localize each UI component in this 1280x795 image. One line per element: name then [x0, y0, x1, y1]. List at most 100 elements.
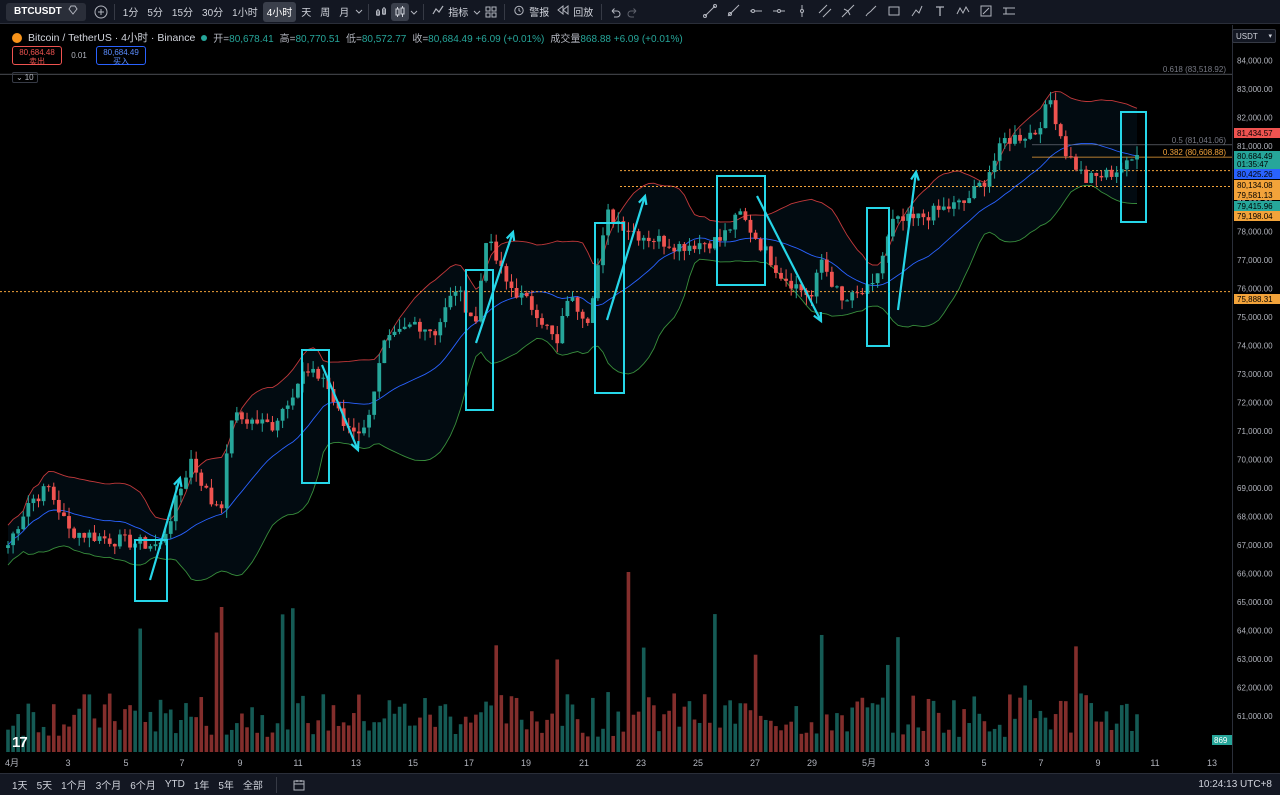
volume-bar	[474, 714, 478, 752]
sell-button[interactable]: 80,684.48 卖出	[12, 46, 62, 66]
parallel-channel-icon[interactable]	[815, 2, 835, 20]
sell-price: 80,684.48	[19, 48, 55, 57]
chevron-down-icon[interactable]	[354, 2, 364, 20]
range-1m[interactable]: 1个月	[61, 777, 87, 792]
candle	[560, 316, 565, 344]
buy-button[interactable]: 80,684.49 买入	[96, 46, 146, 66]
brush-icon[interactable]	[861, 2, 881, 20]
volume-bar	[601, 728, 605, 752]
volume-bar	[57, 735, 61, 752]
currency-select[interactable]: USDT ▾	[1232, 29, 1276, 43]
volume-bar	[926, 698, 931, 752]
indicators-icon	[432, 4, 444, 19]
y-axis-tick: 81,000.00	[1237, 142, 1273, 151]
indicators-button[interactable]: 指标	[428, 2, 472, 22]
horizontal-ray-icon[interactable]	[746, 2, 766, 20]
x-axis-tick: 5	[123, 758, 128, 768]
volume-bar	[1058, 700, 1063, 752]
calendar-range-icon[interactable]	[290, 776, 308, 794]
buy-label: 买入	[113, 57, 129, 66]
interval-7[interactable]: 周	[316, 2, 334, 22]
interval-1[interactable]: 5分	[143, 2, 167, 22]
range-1y[interactable]: 1年	[194, 777, 210, 792]
redo-icon[interactable]	[624, 3, 642, 21]
range-5y[interactable]: 5年	[218, 777, 234, 792]
candle	[692, 245, 697, 250]
chevron-down-icon[interactable]	[472, 3, 482, 21]
range-1d[interactable]: 1天	[12, 777, 28, 792]
interval-2[interactable]: 15分	[168, 2, 197, 22]
x-axis-tick: 4月	[5, 758, 19, 768]
candle	[774, 265, 778, 273]
interval-8[interactable]: 月	[335, 2, 353, 22]
chart-pane[interactable]: 0.618 (83,518.92) 0.5 (81,041.06) 0.382 (8…	[0, 25, 1280, 773]
volume-bar	[311, 734, 315, 752]
candle	[214, 504, 219, 506]
add-compare-icon[interactable]	[92, 3, 110, 21]
volume-bar	[652, 705, 656, 752]
text-icon[interactable]	[930, 2, 950, 20]
volume-bar	[835, 713, 839, 752]
volume-bar	[733, 723, 738, 752]
candle	[636, 231, 641, 241]
candle	[229, 420, 234, 454]
interval-6[interactable]: 天	[297, 2, 315, 22]
range-6m[interactable]: 6个月	[130, 777, 156, 792]
volume-bar	[784, 724, 788, 752]
volume-bar	[631, 714, 636, 752]
candle	[697, 243, 702, 250]
interval-3[interactable]: 30分	[198, 2, 227, 22]
candle	[367, 414, 371, 428]
y-axis-tick: 63,000.00	[1237, 655, 1273, 664]
ray-icon[interactable]	[723, 2, 743, 20]
pitchfork-icon[interactable]	[838, 2, 858, 20]
interval-5[interactable]: 4小时	[262, 1, 297, 22]
range-5d[interactable]: 5天	[37, 777, 53, 792]
candle	[997, 143, 1002, 161]
volume-bar	[235, 723, 239, 752]
forecast-icon[interactable]	[976, 2, 996, 20]
x-axis-tick: 25	[693, 758, 703, 768]
alert-button[interactable]: 警报	[509, 2, 553, 22]
symbol-search-button[interactable]: BTCUSDT	[6, 2, 86, 21]
y-axis-tick: 62,000.00	[1237, 684, 1273, 693]
candle	[1018, 134, 1022, 141]
volume-bar	[87, 694, 92, 752]
bottom-toolbar: 1天 5天 1个月 3个月 6个月 YTD 1年 5年 全部 10:24:13 …	[0, 773, 1280, 795]
volume-bar	[458, 724, 463, 752]
volume-bar	[92, 718, 97, 752]
candle	[626, 230, 631, 232]
trend-line-icon[interactable]	[700, 2, 720, 20]
bar-style-icon[interactable]	[373, 3, 391, 21]
horizontal-line-icon[interactable]	[769, 2, 789, 20]
range-ytd[interactable]: YTD	[165, 779, 185, 790]
price-axis[interactable]: 84,000.0083,000.0082,000.0081,000.0080,0…	[1232, 25, 1280, 773]
range-all[interactable]: 全部	[243, 777, 263, 792]
layout-grid-icon[interactable]	[482, 3, 500, 21]
range-3m[interactable]: 3个月	[96, 777, 122, 792]
chevron-down-icon[interactable]	[409, 3, 419, 21]
y-axis-tick: 74,000.00	[1237, 342, 1273, 351]
candle	[946, 206, 951, 209]
replay-button[interactable]: 回放	[553, 2, 597, 22]
currency-label: USDT	[1236, 31, 1258, 41]
measure-icon[interactable]	[999, 2, 1019, 20]
candle	[1089, 172, 1094, 183]
candle	[402, 326, 407, 329]
price-axis-svg[interactable]: 84,000.0083,000.0082,000.0081,000.0080,0…	[1233, 25, 1280, 773]
vertical-line-icon[interactable]	[792, 2, 812, 20]
interval-0[interactable]: 1分	[119, 2, 143, 22]
path-icon[interactable]	[907, 2, 927, 20]
candle	[1099, 175, 1104, 178]
pattern-icon[interactable]	[953, 2, 973, 20]
price-chart[interactable]: 0.618 (83,518.92) 0.5 (81,041.06) 0.382 (8…	[0, 25, 1232, 773]
candle-style-icon[interactable]	[391, 2, 410, 21]
clock-timezone[interactable]: 10:24:13 UTC+8	[1198, 779, 1272, 790]
volume-bar	[255, 732, 259, 752]
indicator-toggle[interactable]: ⌄ 10	[12, 72, 38, 83]
rectangle-icon[interactable]	[884, 2, 904, 20]
undo-icon[interactable]	[606, 3, 624, 21]
volume-bar	[738, 703, 743, 752]
volume-bar	[36, 732, 41, 752]
interval-4[interactable]: 1小时	[228, 2, 262, 22]
